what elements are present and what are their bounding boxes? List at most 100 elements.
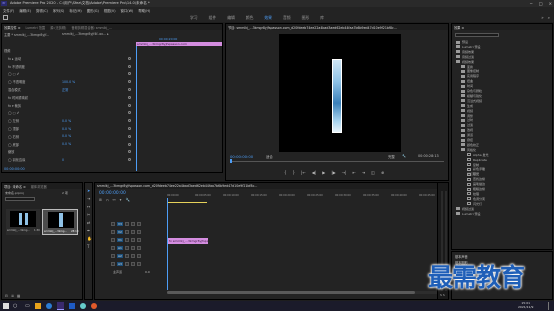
effect-item[interactable]: 查找边缘 xyxy=(467,177,485,181)
menu-item[interactable]: 序列(S) xyxy=(53,8,65,13)
timeline-scrollbar[interactable] xyxy=(167,291,445,294)
transport-control-icon[interactable]: ◀| xyxy=(312,170,316,175)
menu-item[interactable]: 剪辑(C) xyxy=(36,8,48,13)
timeline-timecode[interactable]: 00:00:00:00 xyxy=(99,191,126,196)
effect-property-row[interactable]: fx 不透明度 xyxy=(4,64,134,69)
essential-sound-label[interactable]: 基本声音 xyxy=(455,254,468,259)
track-header[interactable]: A3 xyxy=(111,261,181,267)
track-lock-icon[interactable] xyxy=(111,238,115,242)
effects-search-input[interactable] xyxy=(455,33,499,37)
reset-icon[interactable] xyxy=(128,103,131,107)
effects-folder[interactable]: 调整 xyxy=(461,114,473,118)
reset-icon[interactable] xyxy=(128,150,131,154)
menu-item[interactable]: 文件(F) xyxy=(3,8,14,13)
effects-folder[interactable]: 通道 xyxy=(461,133,473,137)
program-scrubber[interactable] xyxy=(230,161,444,162)
file-explorer-icon[interactable] xyxy=(35,303,41,309)
razor-tool-icon[interactable]: ✂ xyxy=(87,213,91,217)
transport-control-icon[interactable]: ▶ xyxy=(322,170,325,175)
effect-item[interactable]: 复制 xyxy=(467,163,479,167)
track-mute-icon[interactable] xyxy=(130,230,135,234)
workspace-tab[interactable]: 音频 xyxy=(283,14,291,21)
effect-item[interactable]: 画笔描边 xyxy=(467,182,485,186)
effects-folder[interactable]: 过渡 xyxy=(461,123,473,127)
slip-tool-icon[interactable]: ⇄ xyxy=(87,221,91,225)
reset-icon[interactable] xyxy=(128,119,131,123)
workspace-tab[interactable]: 组件 xyxy=(209,14,217,21)
maximize-icon[interactable]: □ xyxy=(539,1,543,6)
type-tool-icon[interactable]: T xyxy=(87,245,91,249)
add-marker-icon[interactable]: ▾ xyxy=(120,198,122,202)
track-solo-icon[interactable] xyxy=(136,238,141,242)
track-label[interactable]: A3 xyxy=(117,262,123,266)
property-value[interactable]: 0.0 % xyxy=(62,127,71,131)
reset-icon[interactable] xyxy=(128,56,131,60)
effects-folder[interactable]: 杂色与颗粒 xyxy=(461,89,482,93)
workspace-tab[interactable]: 颜色 xyxy=(246,14,254,21)
program-tab[interactable]: 节目: smmlkj_...3kmgr8yjfspasson.com_d20fd… xyxy=(228,25,397,30)
effects-folder[interactable]: 视频效果 xyxy=(456,60,474,64)
property-value[interactable]: 0.0 % xyxy=(62,134,71,138)
track-header[interactable]: A2 xyxy=(111,253,181,259)
project-tab[interactable]: 项目: 未命名 ≡ xyxy=(4,184,26,189)
reset-icon[interactable] xyxy=(128,72,131,76)
close-icon[interactable]: × xyxy=(549,1,552,6)
effects-folder[interactable]: 透视 xyxy=(461,128,473,132)
effects-folder[interactable]: 音频过渡 xyxy=(456,55,474,59)
lock-icon[interactable]: ⊟ xyxy=(5,294,8,298)
project-item-selected[interactable]: smmlkj_...3kmg... 28:13 xyxy=(42,209,78,235)
workspace-tab[interactable]: 图形 xyxy=(302,14,310,21)
track-sync-icon[interactable] xyxy=(124,230,129,234)
master-track-value[interactable]: 0.0 xyxy=(145,270,150,274)
effect-property-row[interactable]: 缩放 xyxy=(4,149,134,154)
program-playhead[interactable] xyxy=(230,159,232,163)
property-value[interactable]: 0 xyxy=(62,158,64,162)
track-mute-icon[interactable] xyxy=(130,262,135,266)
effects-folder[interactable]: 图像控制 xyxy=(461,69,479,73)
workspace-tab[interactable]: 编辑 xyxy=(227,14,235,21)
effect-item[interactable]: 彩色浮雕 xyxy=(467,167,485,171)
effect-property-row[interactable]: ◯ 底部 0.0 % xyxy=(4,142,134,147)
reset-icon[interactable] xyxy=(128,158,131,162)
sequence-tab[interactable]: smmlkj_...3kmgr8yjfspasson.com_d20fdeeb7… xyxy=(97,184,257,188)
media-browser-tab[interactable]: 媒体浏览器 xyxy=(31,184,47,189)
effects-tab[interactable]: 效果 ≡ xyxy=(454,25,464,30)
track-label[interactable]: A1 xyxy=(117,246,123,250)
track-mute-icon[interactable] xyxy=(130,238,135,242)
track-lock-icon[interactable] xyxy=(111,230,115,234)
clip-strip[interactable]: smmlkj_...3kmgr8yjfspasson.com xyxy=(136,42,222,46)
effect-property-row[interactable]: ◯ 左侧 0.0 % xyxy=(4,118,134,123)
menu-item[interactable]: 图形(G) xyxy=(87,8,99,13)
transport-control-icon[interactable]: →| xyxy=(342,170,347,175)
workspace-tab[interactable]: 库 xyxy=(320,14,324,21)
selection-tool-icon[interactable]: ➤ xyxy=(87,189,91,193)
reset-icon[interactable] xyxy=(128,134,131,138)
app-icon[interactable] xyxy=(80,303,86,309)
effects-folder[interactable]: 扭曲 xyxy=(461,79,473,83)
effect-property-row[interactable]: ◯ 右侧 0.0 % xyxy=(4,134,134,139)
property-value[interactable]: 正常 xyxy=(62,87,68,92)
edge-browser-icon[interactable] xyxy=(46,303,52,309)
transport-control-icon[interactable]: |▶ xyxy=(331,170,335,175)
effects-folder[interactable]: Lumetri 预设 xyxy=(456,45,481,49)
track-select-tool-icon[interactable]: ⇥ xyxy=(87,197,91,201)
effect-item[interactable]: 色调分离 xyxy=(467,197,485,201)
menu-item[interactable]: 编辑(E) xyxy=(19,8,31,13)
property-value[interactable]: 0.0 % xyxy=(62,142,71,146)
panel-tab[interactable]: 效果控件 ≡ xyxy=(4,25,20,30)
hand-tool-icon[interactable]: ✋ xyxy=(87,237,92,241)
nest-icon[interactable]: ⊞ xyxy=(99,198,102,202)
track-mute-icon[interactable] xyxy=(130,246,135,250)
workspace-tab[interactable]: 学习 xyxy=(190,14,198,21)
track-lock-icon[interactable] xyxy=(111,246,115,250)
track-sync-icon[interactable] xyxy=(124,246,129,250)
property-value[interactable]: 100.0 % xyxy=(62,80,75,84)
video-canvas[interactable] xyxy=(279,34,401,152)
video-clip[interactable]: fx smmlkj_...3kmgr8yjfspasson xyxy=(167,238,208,244)
track-solo-icon[interactable] xyxy=(136,254,141,258)
effects-folder[interactable]: 音频效果 xyxy=(456,50,474,54)
reset-icon[interactable] xyxy=(128,142,131,146)
menu-item[interactable]: 视图(V) xyxy=(104,8,116,13)
reset-icon[interactable] xyxy=(128,95,131,99)
track-header[interactable]: V2 xyxy=(111,229,181,235)
